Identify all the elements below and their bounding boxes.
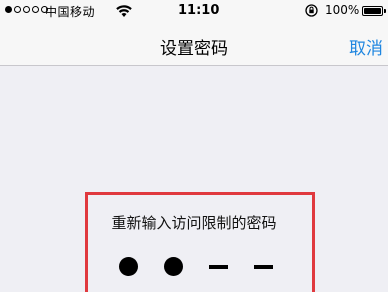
battery-tip [384,9,386,13]
rotation-lock-icon [305,4,318,17]
status-bar: 中国移动 11:10 100% [0,0,388,22]
battery-percent: 100% [325,3,360,17]
signal-strength-icon [5,6,48,15]
passcode-digit-empty [254,265,273,269]
page-title: 设置密码 [160,39,228,59]
wifi-icon [116,5,132,17]
carrier-name: 中国移动 [45,5,96,19]
passcode-prompt: 重新输入访问限制的密码 [111,214,277,232]
navigation-bar: 设置密码 取消 [0,22,388,66]
signal-dot [32,6,39,13]
signal-dot [23,6,30,13]
passcode-digit-filled [164,257,183,276]
battery-icon [362,6,383,16]
signal-dot [5,6,12,13]
clock: 11:10 [178,3,220,18]
passcode-digit-filled [119,257,138,276]
passcode-entry[interactable] [0,255,388,281]
battery-level [364,8,381,14]
signal-dot [14,6,21,13]
cancel-button[interactable]: 取消 [349,34,383,59]
passcode-digit-empty [209,265,228,269]
